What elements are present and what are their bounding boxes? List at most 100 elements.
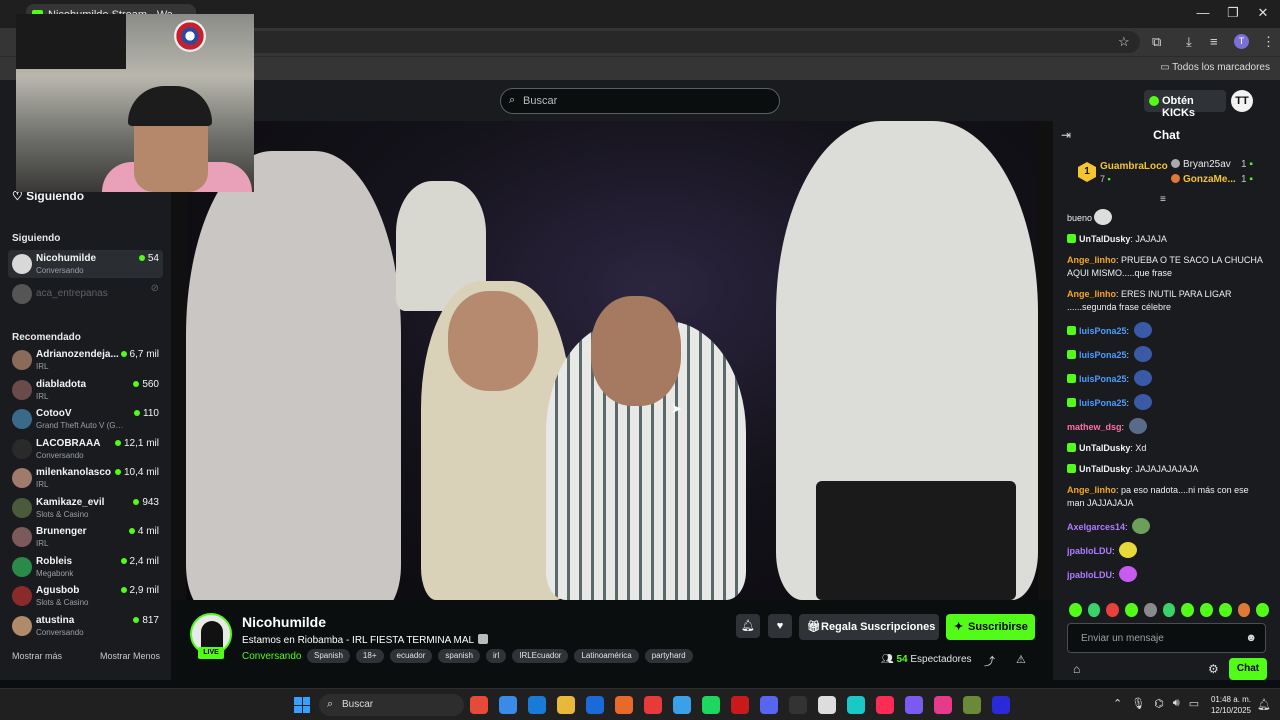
chat-username[interactable]: mathew_dsg [1067,422,1122,432]
taskbar-app-icon[interactable] [499,696,517,714]
stream-tag[interactable]: partyhard [644,649,693,663]
all-bookmarks-link[interactable]: ▭ Todos los marcadores [1160,62,1270,73]
subscribe-button[interactable]: ✦ Suscribirse [946,614,1035,640]
chat-username[interactable]: luisPona25 [1079,398,1127,408]
close-icon[interactable]: ✕ [1248,5,1278,21]
channel-name[interactable]: Nicohumilde [242,614,326,630]
star-icon[interactable]: ☆ [1118,34,1130,50]
taskbar-app-icon[interactable] [876,696,894,714]
chat-username[interactable]: Ange_linho [1067,255,1116,265]
search-input[interactable]: ⌕ Buscar [500,88,780,114]
quick-emote-icon[interactable] [1069,603,1082,617]
stream-tag[interactable]: Spanish [307,649,350,663]
report-icon[interactable]: ⚠ [1016,653,1026,666]
quick-emote-icon[interactable] [1237,603,1251,617]
taskbar-app-icon[interactable] [615,696,633,714]
taskbar-app-icon[interactable] [644,696,662,714]
sidebar-channel-item[interactable]: Kamikaze_evil Slots & Casino 943 [8,494,163,522]
store-icon[interactable]: ⌂ [1073,662,1080,676]
stream-tag[interactable]: spanish [438,649,480,663]
top-gifter-name[interactable]: GuambraLoco [1100,161,1168,172]
taskbar-app-icon[interactable] [905,696,923,714]
taskbar-app-icon[interactable] [470,696,488,714]
chat-username[interactable]: Axelgarces14 [1067,522,1125,532]
stream-category[interactable]: Conversando [242,651,301,662]
chat-username[interactable]: UnTalDusky [1079,234,1130,244]
sidebar-channel-item[interactable]: Agusbob Slots & Casino 2,9 mil [8,582,163,610]
chat-username[interactable]: UnTalDusky [1079,443,1130,453]
chat-username[interactable]: jpabloLDU [1067,546,1112,556]
taskbar-app-icon[interactable] [818,696,836,714]
pinned-expand-icon[interactable]: ≡ [1160,194,1166,205]
menu-icon[interactable]: ⋮ [1262,34,1275,50]
battery-icon[interactable]: ▭ [1189,697,1199,710]
show-more-button[interactable]: Mostrar más [12,651,62,661]
quick-emote-icon[interactable] [1181,603,1195,617]
chat-username[interactable]: jpabloLDU [1067,570,1112,580]
taskbar-app-icon[interactable] [586,696,604,714]
taskbar-app-icon[interactable] [760,696,778,714]
chat-username[interactable]: Ange_linho [1067,289,1116,299]
follow-heart-icon[interactable]: ♥ [768,614,792,638]
stream-video[interactable] [186,121,1038,600]
quick-emote-icon[interactable] [1162,603,1176,617]
taskbar-clock[interactable]: 01:48 a. m. 12/10/2025 [1205,694,1251,716]
quick-emote-icon[interactable] [1218,603,1232,617]
sidebar-channel-item[interactable]: LACOBRAAA Conversando 12,1 mil [8,435,163,463]
stream-tag[interactable]: ecuador [389,649,433,663]
minimize-icon[interactable]: — [1188,5,1218,20]
taskbar-app-icon[interactable] [847,696,865,714]
taskbar-app-icon[interactable] [557,696,575,714]
gift-subs-button[interactable]: 🎁︎ Regala Suscripciones [799,614,939,640]
sidebar-channel-item[interactable]: aca_entrepanas ⊘ [8,280,163,308]
sidebar-channel-item[interactable]: milenkanolasco IRL 10,4 mil [8,464,163,492]
sidebar-channel-item[interactable]: Adrianozendeja... IRL 6,7 mil [8,346,163,374]
notifications-icon[interactable]: 🔔︎ [1257,698,1271,711]
microphone-icon[interactable]: 🎙︎ [1131,697,1145,710]
quick-emote-icon[interactable] [1087,603,1101,617]
taskbar-app-icon[interactable] [934,696,952,714]
stream-tag[interactable]: 18+ [355,649,384,663]
emoji-picker-icon[interactable]: ☻ [1245,632,1257,644]
windows-start-icon[interactable] [294,697,310,713]
taskbar-app-icon[interactable] [528,696,546,714]
chat-username[interactable]: luisPona25 [1079,374,1127,384]
volume-icon[interactable]: 🔊︎ [1173,697,1180,710]
quick-emote-icon[interactable] [1125,603,1138,617]
quick-emote-icon[interactable] [1143,603,1157,617]
gifter-3[interactable]: GonzaMe... [1171,174,1236,185]
restore-icon[interactable]: ❐ [1218,5,1248,21]
network-icon[interactable]: ⌬ [1154,697,1164,710]
chat-send-button[interactable]: Chat [1229,658,1267,680]
taskbar-app-icon[interactable] [702,696,720,714]
download-icon[interactable]: ⤓ [1186,34,1192,50]
stream-tag[interactable]: Latinoamérica [574,649,639,663]
stream-tag[interactable]: IRLEcuador [512,649,569,663]
tray-chevron-icon[interactable]: ⌃ [1113,697,1122,710]
chat-settings-gear-icon[interactable]: ⚙ [1208,662,1219,676]
gifter-2[interactable]: Bryan25av [1171,159,1231,170]
sidebar-channel-item[interactable]: diabladota IRL 560 [8,376,163,404]
sidebar-channel-item[interactable]: atustina Conversando 817 [8,612,163,640]
user-avatar[interactable]: TT [1231,90,1253,112]
sidebar-channel-item[interactable]: CotooV Grand Theft Auto V (GT... 110 [8,405,163,433]
taskbar-app-icon[interactable] [992,696,1010,714]
chat-message-input[interactable]: Enviar un mensaje ☻ [1067,623,1266,653]
taskbar-search[interactable]: ⌕ Buscar [319,694,464,716]
taskbar-app-icon[interactable] [673,696,691,714]
chat-username[interactable]: UnTalDusky [1079,464,1130,474]
video-player[interactable]: ➤ [171,121,1053,600]
quick-emote-icon[interactable] [1106,603,1120,617]
chat-username[interactable]: Ange_linho [1067,485,1116,495]
chat-username[interactable]: luisPona25 [1079,350,1127,360]
share-icon[interactable]: ⤴ [984,653,995,669]
quick-emote-icon[interactable] [1256,603,1270,617]
taskbar-app-icon[interactable] [731,696,749,714]
quick-emote-icon[interactable] [1200,603,1213,617]
sidebar-channel-item[interactable]: Brunenger IRL 4 mil [8,523,163,551]
extensions-icon[interactable]: ⧉ [1152,34,1161,50]
profile-avatar[interactable]: T [1234,34,1249,49]
taskbar-app-icon[interactable] [789,696,807,714]
sidebar-channel-item[interactable]: Robleis Megabonk 2,4 mil [8,553,163,581]
get-kicks-button[interactable]: Obtén KICKs [1144,90,1226,119]
